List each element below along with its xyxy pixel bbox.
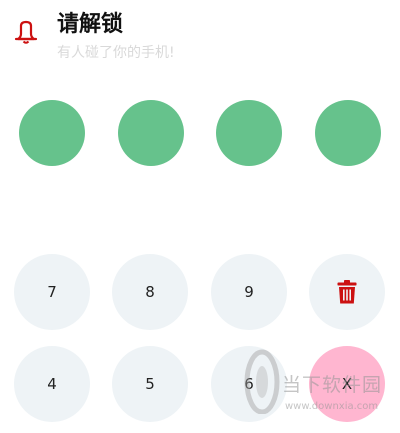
page-title: 请解锁 — [57, 12, 124, 37]
key-4[interactable]: 4 — [14, 346, 90, 422]
watermark-text: 当下软件园 — [282, 374, 383, 396]
trash-icon — [337, 280, 357, 304]
page-subtitle: 有人碰了你的手机! — [57, 45, 175, 61]
pin-dot — [19, 100, 85, 166]
key-8[interactable]: 8 — [112, 254, 188, 330]
key-label: 4 — [47, 375, 57, 393]
key-label: 7 — [47, 283, 57, 301]
delete-button[interactable] — [309, 254, 385, 330]
pin-dot — [118, 100, 184, 166]
watermark-logo — [244, 349, 280, 414]
watermark-url: www.downxia.com — [285, 401, 379, 412]
key-label: 5 — [145, 375, 155, 393]
key-label: 8 — [145, 283, 155, 301]
pin-dot — [216, 100, 282, 166]
bell-icon — [14, 20, 38, 44]
header: 请解锁 有人碰了你的手机! — [0, 0, 400, 90]
key-9[interactable]: 9 — [211, 254, 287, 330]
key-5[interactable]: 5 — [112, 346, 188, 422]
pin-indicator — [0, 100, 400, 170]
key-7[interactable]: 7 — [14, 254, 90, 330]
pin-dot — [315, 100, 381, 166]
key-label: 9 — [244, 283, 254, 301]
